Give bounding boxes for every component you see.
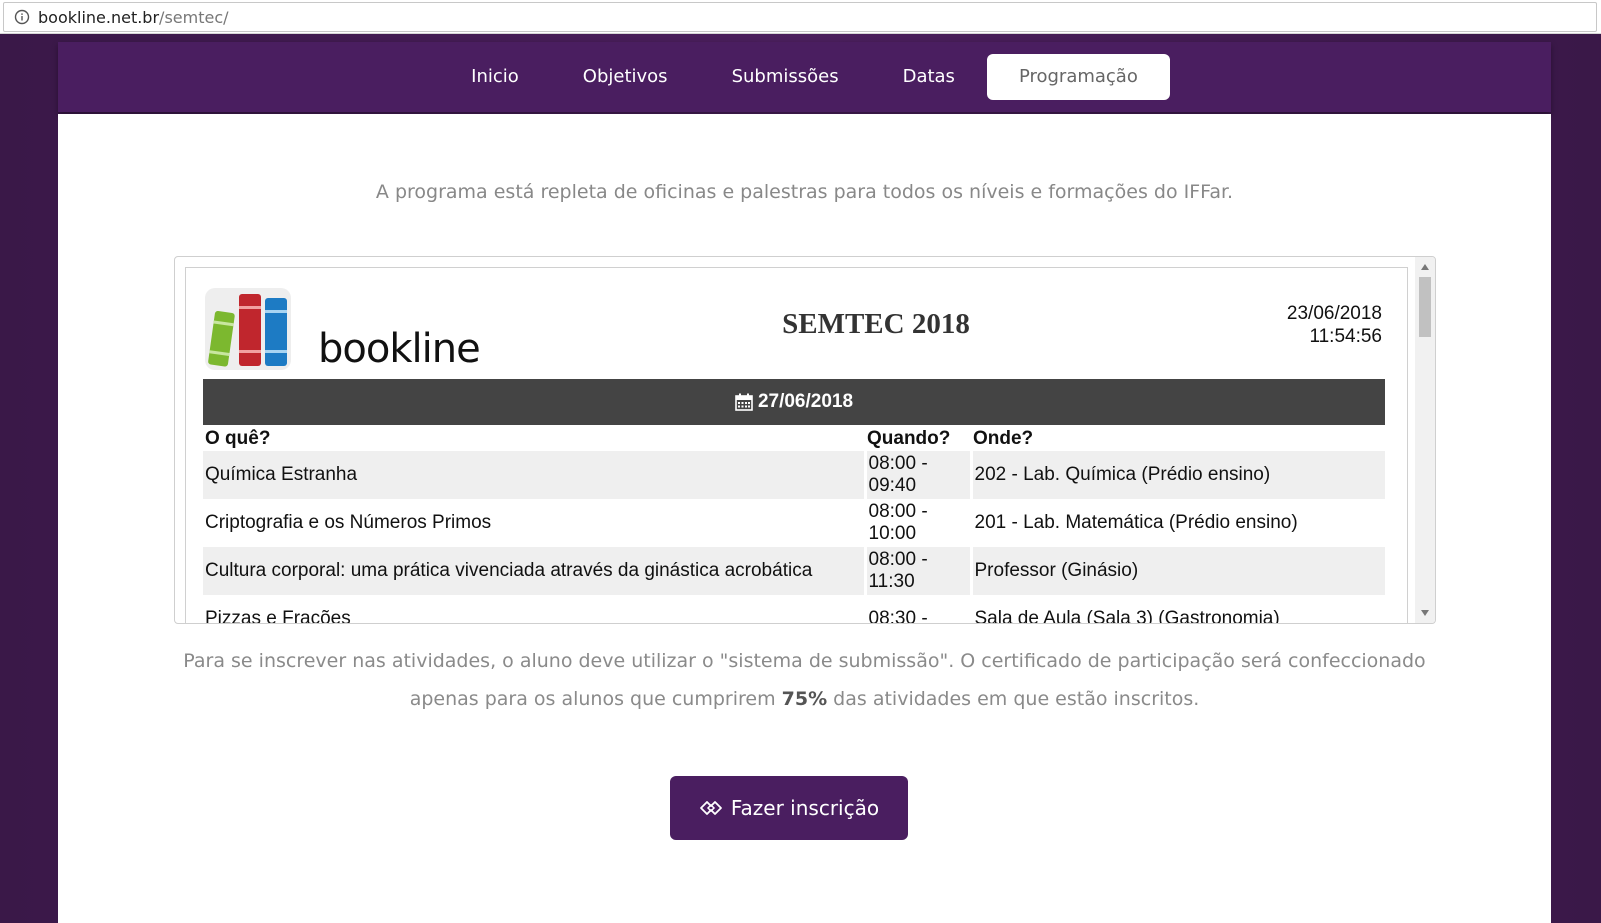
intro-text: A programa está repleta de oficinas e pa… — [375, 181, 1234, 203]
activity-location: Sala de Aula (Sala 3) (Gastronomia) — [974, 608, 1280, 624]
day-label: 27/06/2018 — [757, 391, 854, 412]
col-when: Quando? — [867, 428, 951, 449]
table-row: Pizzas e Frações 08:30 - Sala de Aula (S… — [203, 595, 1385, 624]
activity-location: Professor (Ginásio) — [971, 547, 1385, 595]
embed-scrollbar[interactable] — [1415, 257, 1435, 623]
generated-datetime: 23/06/2018 11:54:56 — [1287, 302, 1382, 348]
registration-note: Para se inscrever nas atividades, o alun… — [58, 642, 1551, 718]
activity-location: 201 - Lab. Matemática (Prédio ensino) — [974, 512, 1298, 533]
site-background: Inicio Objetivos Submissões Datas Progra… — [0, 34, 1601, 923]
calendar-icon — [735, 393, 753, 411]
col-where: Onde? — [973, 428, 1034, 449]
url-host: bookline.net.br — [38, 7, 160, 27]
col-what: O quê? — [205, 428, 271, 449]
logo-text: bookline — [318, 326, 481, 372]
scroll-down-icon[interactable] — [1421, 610, 1429, 616]
nav-item-objetivos[interactable]: Objetivos — [551, 54, 700, 100]
top-navbar: Inicio Objetivos Submissões Datas Progra… — [58, 42, 1551, 112]
activity-name: Química Estranha — [203, 451, 865, 499]
table-row: Química Estranha 08:00 -09:40 202 - Lab.… — [203, 451, 1385, 499]
main-content: A programa está repleta de oficinas e pa… — [58, 114, 1551, 923]
table-row: Cultura corporal: uma prática vivenciada… — [203, 547, 1385, 595]
bookline-logo: bookline — [203, 282, 493, 372]
schedule-title: SEMTEC 2018 — [782, 308, 970, 340]
activity-time: 08:00 -09:40 — [863, 451, 973, 499]
nav-items: Inicio Objetivos Submissões Datas Progra… — [58, 42, 1551, 112]
generated-time: 11:54:56 — [1309, 326, 1382, 347]
cta-label: Fazer inscrição — [730, 796, 880, 820]
table-row: Criptografia e os Números Primos 08:00 -… — [203, 499, 1385, 547]
day-header: 27/06/2018 — [203, 379, 1385, 425]
activity-time: 08:00 -11:30 — [863, 547, 973, 595]
nav-item-datas[interactable]: Datas — [871, 54, 987, 100]
schedule-document: bookline SEMTEC 2018 23/06/2018 11:54:56… — [185, 267, 1408, 624]
url-path: /semtec/ — [159, 7, 229, 27]
fazer-inscricao-button[interactable]: Fazer inscrição — [670, 776, 908, 840]
table-header: O quê? Quando? Onde? — [203, 427, 1385, 451]
nav-item-inicio[interactable]: Inicio — [439, 54, 551, 100]
schedule-table: O quê? Quando? Onde? Química Estranha 08… — [203, 427, 1385, 624]
activity-time: 08:00 -10:00 — [863, 499, 973, 547]
nav-item-submissoes[interactable]: Submissões — [700, 54, 871, 100]
activity-location: 202 - Lab. Química (Prédio ensino) — [971, 451, 1385, 499]
schedule-embed[interactable]: bookline SEMTEC 2018 23/06/2018 11:54:56… — [174, 256, 1436, 624]
url-field[interactable]: bookline.net.br/semtec/ — [3, 2, 1597, 32]
browser-address-bar: bookline.net.br/semtec/ — [0, 0, 1601, 34]
handshake-icon — [699, 799, 723, 817]
scroll-up-icon[interactable] — [1421, 264, 1429, 270]
note-percentage: 75% — [781, 688, 828, 710]
note-line-1: Para se inscrever nas atividades, o alun… — [183, 650, 1426, 672]
activity-name: Pizzas e Frações — [205, 608, 351, 624]
activity-name: Cultura corporal: uma prática vivenciada… — [203, 547, 865, 595]
books-icon — [205, 288, 291, 370]
nav-item-programacao[interactable]: Programação — [986, 54, 1170, 100]
info-icon[interactable] — [14, 9, 30, 25]
generated-date: 23/06/2018 — [1286, 303, 1382, 324]
scroll-thumb[interactable] — [1419, 277, 1431, 337]
activity-name: Criptografia e os Números Primos — [205, 512, 492, 533]
activity-time: 08:30 - — [863, 595, 973, 623]
note-line-2: apenas para os alunos que cumprirem 75% … — [409, 688, 1200, 710]
